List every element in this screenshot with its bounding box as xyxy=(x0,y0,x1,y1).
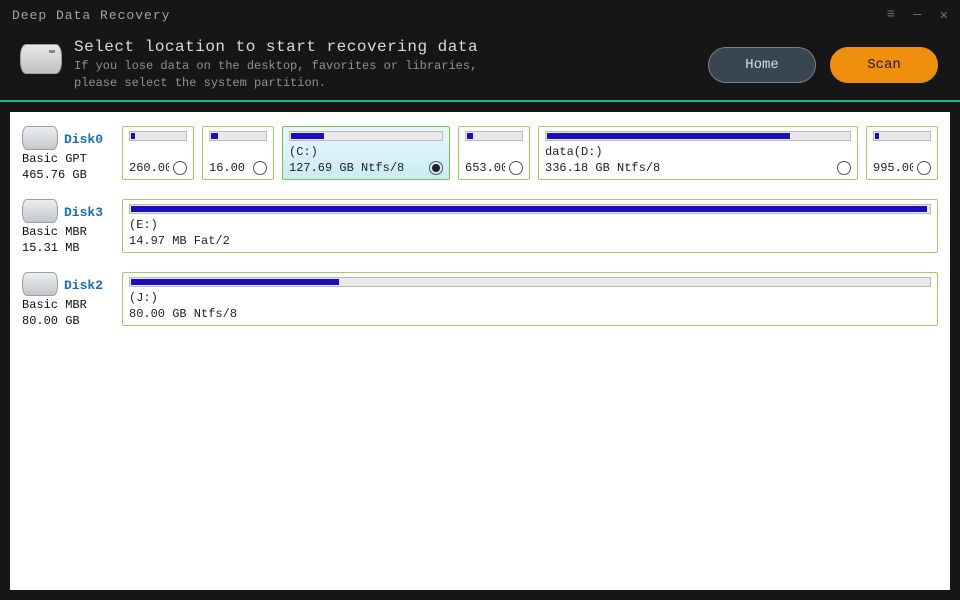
usage-fill xyxy=(875,133,879,139)
partition-radio[interactable] xyxy=(837,161,851,175)
menu-icon[interactable]: ≡ xyxy=(887,7,895,23)
disk-label: Disk0 Basic GPT465.76 GB xyxy=(22,126,114,183)
partition[interactable]: (E:) 14.97 MB Fat/2 xyxy=(122,199,938,253)
partition-bottom: 16.00 M. xyxy=(209,161,267,175)
disk-size: 15.31 MB xyxy=(22,241,114,257)
partition-size: 127.69 GB Ntfs/8 xyxy=(289,161,425,175)
usage-bar xyxy=(129,204,931,214)
header-subtitle-line1: If you lose data on the desktop, favorit… xyxy=(74,59,477,73)
disk-name: Disk3 xyxy=(64,205,103,220)
partition[interactable]: 260.00 . xyxy=(122,126,194,180)
disk-row: Disk0 Basic GPT465.76 GB 260.00 . 16.00 M. (… xyxy=(22,126,938,183)
disk-size: 465.76 GB xyxy=(22,168,114,184)
partition-bottom: 653.00 . xyxy=(465,161,523,175)
drive-icon xyxy=(22,272,58,296)
partition-radio[interactable] xyxy=(509,161,523,175)
drive-icon xyxy=(22,199,58,223)
partition[interactable]: 995.00 . xyxy=(866,126,938,180)
usage-fill xyxy=(131,279,339,285)
partition-size: 336.18 GB Ntfs/8 xyxy=(545,161,833,175)
partition-size: 16.00 M. xyxy=(209,161,249,175)
partitions: (J:) 80.00 GB Ntfs/8 xyxy=(122,272,938,329)
partition-label: (J:) xyxy=(129,291,931,305)
partition-label: (E:) xyxy=(129,218,931,232)
partition[interactable]: data(D:) 336.18 GB Ntfs/8 xyxy=(538,126,858,180)
drive-icon xyxy=(22,126,58,150)
disk-type: Basic GPT xyxy=(22,152,114,168)
header-text: Select location to start recovering data… xyxy=(74,38,478,92)
header-buttons: Home Scan xyxy=(708,47,938,83)
partition-label: (C:) xyxy=(289,145,443,159)
header-left: Select location to start recovering data… xyxy=(20,38,478,92)
usage-bar xyxy=(873,131,931,141)
titlebar: Deep Data Recovery ≡ — ✕ xyxy=(0,0,960,30)
usage-bar xyxy=(129,131,187,141)
disk-type: Basic MBR xyxy=(22,225,114,241)
disk-row: Disk3 Basic MBR15.31 MB (E:) 14.97 MB Fat/2 xyxy=(22,199,938,256)
disk-size: 80.00 GB xyxy=(22,314,114,330)
partitions: 260.00 . 16.00 M. (C:) 127.69 GB Ntfs/8 653.… xyxy=(122,126,938,183)
partition-label: data(D:) xyxy=(545,145,851,159)
window-controls: ≡ — ✕ xyxy=(887,7,948,24)
close-icon[interactable]: ✕ xyxy=(940,7,948,24)
partition[interactable]: (C:) 127.69 GB Ntfs/8 xyxy=(282,126,450,180)
partitions: (E:) 14.97 MB Fat/2 xyxy=(122,199,938,256)
disk-type: Basic MBR xyxy=(22,298,114,314)
usage-fill xyxy=(467,133,473,139)
partition-bottom: 80.00 GB Ntfs/8 xyxy=(129,307,931,321)
partition-radio[interactable] xyxy=(253,161,267,175)
app-title: Deep Data Recovery xyxy=(12,8,170,23)
usage-bar xyxy=(465,131,523,141)
partition[interactable]: 653.00 . xyxy=(458,126,530,180)
partition-radio[interactable] xyxy=(917,161,931,175)
drive-icon xyxy=(20,44,62,74)
partition-bottom: 260.00 . xyxy=(129,161,187,175)
partition-size: 260.00 . xyxy=(129,161,169,175)
divider xyxy=(0,100,960,102)
disk-row: Disk2 Basic MBR80.00 GB (J:) 80.00 GB Ntfs/… xyxy=(22,272,938,329)
usage-fill xyxy=(131,206,927,212)
usage-fill xyxy=(547,133,790,139)
content: Disk0 Basic GPT465.76 GB 260.00 . 16.00 M. (… xyxy=(10,112,950,590)
usage-fill xyxy=(291,133,324,139)
disk-name: Disk0 xyxy=(64,132,103,147)
usage-fill xyxy=(131,133,135,139)
disk-label: Disk3 Basic MBR15.31 MB xyxy=(22,199,114,256)
disk-label: Disk2 Basic MBR80.00 GB xyxy=(22,272,114,329)
partition-radio[interactable] xyxy=(173,161,187,175)
usage-bar xyxy=(129,277,931,287)
partition-bottom: 336.18 GB Ntfs/8 xyxy=(545,161,851,175)
partition[interactable]: 16.00 M. xyxy=(202,126,274,180)
header-subtitle: If you lose data on the desktop, favorit… xyxy=(74,58,478,92)
usage-bar xyxy=(545,131,851,141)
partition-size: 653.00 . xyxy=(465,161,505,175)
partition-size: 14.97 MB Fat/2 xyxy=(129,234,931,248)
minimize-icon[interactable]: — xyxy=(913,7,921,23)
partition-bottom: 127.69 GB Ntfs/8 xyxy=(289,161,443,175)
partition-size: 995.00 . xyxy=(873,161,913,175)
header-subtitle-line2: please select the system partition. xyxy=(74,76,326,90)
usage-fill xyxy=(211,133,218,139)
partition[interactable]: (J:) 80.00 GB Ntfs/8 xyxy=(122,272,938,326)
header-title: Select location to start recovering data xyxy=(74,38,478,56)
partition-bottom: 14.97 MB Fat/2 xyxy=(129,234,931,248)
partition-size: 80.00 GB Ntfs/8 xyxy=(129,307,931,321)
header: Select location to start recovering data… xyxy=(0,30,960,100)
usage-bar xyxy=(209,131,267,141)
partition-radio[interactable] xyxy=(429,161,443,175)
home-button[interactable]: Home xyxy=(708,47,816,83)
disk-name: Disk2 xyxy=(64,278,103,293)
scan-button[interactable]: Scan xyxy=(830,47,938,83)
partition-bottom: 995.00 . xyxy=(873,161,931,175)
usage-bar xyxy=(289,131,443,141)
